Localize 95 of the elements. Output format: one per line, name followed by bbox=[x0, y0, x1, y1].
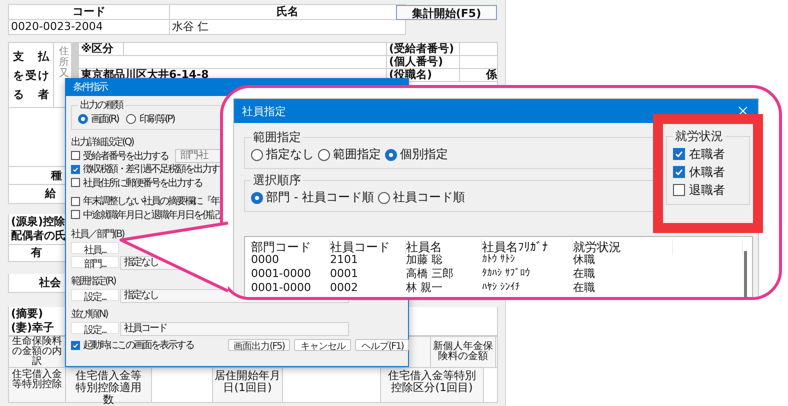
radio-button[interactable] bbox=[385, 148, 397, 160]
checkbox[interactable] bbox=[673, 184, 685, 196]
settings-button[interactable]: 部門... bbox=[71, 256, 119, 268]
checkbox-label: 年末調整しない社員の摘要欄に『年 bbox=[83, 194, 219, 208]
form-label: (源泉)控除 bbox=[11, 215, 66, 229]
table-cell: 係 bbox=[460, 69, 497, 81]
table-cell-text: 加藤 聡 bbox=[406, 253, 444, 267]
checkbox[interactable] bbox=[71, 210, 80, 220]
section-label: 並び順(N) bbox=[71, 308, 108, 320]
checkbox-label: 退職者 bbox=[689, 182, 725, 198]
form-label: (摘要) bbox=[11, 307, 44, 321]
radio-label: 範囲指定 bbox=[333, 146, 381, 163]
table-cell-text: ﾊﾔｼ ｼﾝｲﾁ bbox=[482, 281, 522, 295]
table-cell bbox=[152, 368, 212, 402]
form-label: 配偶者の氏 bbox=[11, 229, 66, 243]
checkbox-label: 中途就職年月日と退職年月日を併記 bbox=[83, 208, 219, 222]
table-cell-text: 休職 bbox=[573, 253, 596, 267]
checkbox[interactable] bbox=[673, 148, 685, 160]
group-label: 就労状況 bbox=[674, 128, 724, 145]
settings-button[interactable]: 社員... bbox=[71, 242, 119, 254]
dialog-button[interactable]: キャンセル bbox=[294, 339, 352, 352]
checkbox-label: 徴収税額・差引過不足税額を出力す bbox=[83, 162, 219, 176]
form-label: (妻)幸子 bbox=[11, 321, 54, 335]
form-label: 新個人年金保険料の金額 bbox=[431, 337, 495, 367]
column-header[interactable]: 社員コード bbox=[330, 239, 406, 255]
start-button[interactable]: 集計開始(F5) bbox=[396, 5, 497, 20]
table-cell bbox=[460, 43, 497, 55]
radio-label: 印刷等(P) bbox=[139, 112, 174, 126]
form-label: 種 bbox=[51, 168, 62, 182]
section-label: 範囲指定(R) bbox=[71, 274, 116, 288]
settings-button[interactable]: 設定... bbox=[71, 288, 119, 300]
table-cell-text: ｶﾄｳ ｻﾄｼ bbox=[482, 253, 516, 267]
form-label: 住宅借入金等特別控除適用数 bbox=[66, 368, 151, 402]
table-cell bbox=[484, 368, 497, 402]
column-header[interactable]: 社員名ﾌﾘｶﾞﾅ bbox=[482, 239, 573, 255]
settings-button[interactable]: 設定... bbox=[71, 322, 119, 334]
checkbox-label: 休職者 bbox=[689, 164, 725, 180]
checkbox[interactable] bbox=[71, 151, 80, 160]
table-header: コード bbox=[9, 5, 169, 19]
column-header[interactable]: 部門コード bbox=[251, 239, 330, 255]
radio-button[interactable] bbox=[251, 148, 263, 160]
table-cell: 0020-0023-2004 bbox=[9, 20, 169, 34]
group-label: 選択順序 bbox=[252, 172, 302, 189]
checkbox[interactable] bbox=[71, 164, 80, 174]
radio-button[interactable] bbox=[78, 114, 88, 124]
column-header[interactable]: 社員名 bbox=[406, 239, 482, 255]
table-cell-text: ﾀｶﾊｼ ｻﾌﾞﾛｳ bbox=[482, 267, 532, 281]
table-cell bbox=[460, 56, 497, 68]
close-icon[interactable] bbox=[738, 106, 748, 116]
radio-label: 指定なし bbox=[266, 146, 314, 163]
table-cell-text: 0001 bbox=[330, 267, 359, 281]
form-label: 住宅借入金等特別控除区分(1回目) bbox=[381, 368, 483, 402]
column-header[interactable]: 就労状況 bbox=[573, 239, 673, 255]
table-cell-text: 在職 bbox=[573, 281, 596, 295]
table-cell: (受給者番号) bbox=[387, 43, 459, 55]
checkbox-label: 起動時にこの画面を表示する bbox=[83, 338, 194, 352]
checkbox[interactable] bbox=[71, 178, 80, 188]
form-label: 有 bbox=[31, 246, 42, 260]
dialog-button[interactable]: 画面出力(F5) bbox=[228, 339, 290, 352]
group-label: 出力の種類 bbox=[79, 98, 124, 112]
form-label: 生命保険料の金額の内訳 bbox=[9, 337, 65, 367]
table-cell-text: 在職 bbox=[573, 267, 596, 281]
table-cell-text: 高橋 三郎 bbox=[406, 267, 454, 281]
dialog-title: 社員指定 bbox=[242, 104, 287, 118]
radio-button[interactable] bbox=[318, 148, 330, 160]
section-label: 出力詳細設定(Q) bbox=[71, 136, 134, 149]
table-cell-text: 0000 bbox=[251, 253, 280, 267]
checkbox[interactable] bbox=[673, 166, 685, 178]
dialog-button[interactable]: ヘルプ(F1) bbox=[355, 339, 410, 352]
radio-label: 画面(R) bbox=[91, 113, 118, 126]
checkbox-label: 在職者 bbox=[689, 146, 725, 162]
table-cell: (個人番号) bbox=[387, 56, 459, 68]
form-label: 住宅借入金等特別控除 bbox=[9, 368, 65, 402]
radio-label: 部門 - 社員コード順 bbox=[266, 189, 374, 206]
table-cell-text: 2101 bbox=[330, 253, 359, 267]
checkbox-label: 受給者番号を出力する bbox=[83, 150, 168, 163]
checkbox[interactable] bbox=[71, 340, 80, 350]
radio-button[interactable] bbox=[251, 192, 263, 204]
form-label: 居住開始年月日(1回目) bbox=[213, 368, 282, 402]
table-cell-text: 0001-0000 bbox=[251, 267, 312, 281]
checkbox-label: 社員住所に郵便番号を出力する bbox=[83, 176, 202, 190]
checkbox[interactable] bbox=[71, 196, 80, 206]
table-cell-text: 林 親一 bbox=[406, 281, 444, 295]
table-cell: 水谷 仁 bbox=[170, 20, 405, 34]
radio-button[interactable] bbox=[126, 114, 136, 124]
group-label: 範囲指定 bbox=[252, 129, 302, 146]
radio-button[interactable] bbox=[378, 192, 390, 204]
table-cell: ※区分 bbox=[79, 43, 123, 55]
payee-label: 支払 を受け る者 bbox=[9, 43, 53, 107]
form-label: 社会 bbox=[39, 276, 61, 290]
value-field: 社員コード bbox=[120, 322, 349, 336]
form-label: 給 bbox=[45, 187, 56, 201]
radio-label: 社員コード順 bbox=[392, 189, 465, 206]
section-label: 社員／部門(B) bbox=[71, 228, 124, 240]
radio-label: 個別指定 bbox=[400, 146, 448, 163]
